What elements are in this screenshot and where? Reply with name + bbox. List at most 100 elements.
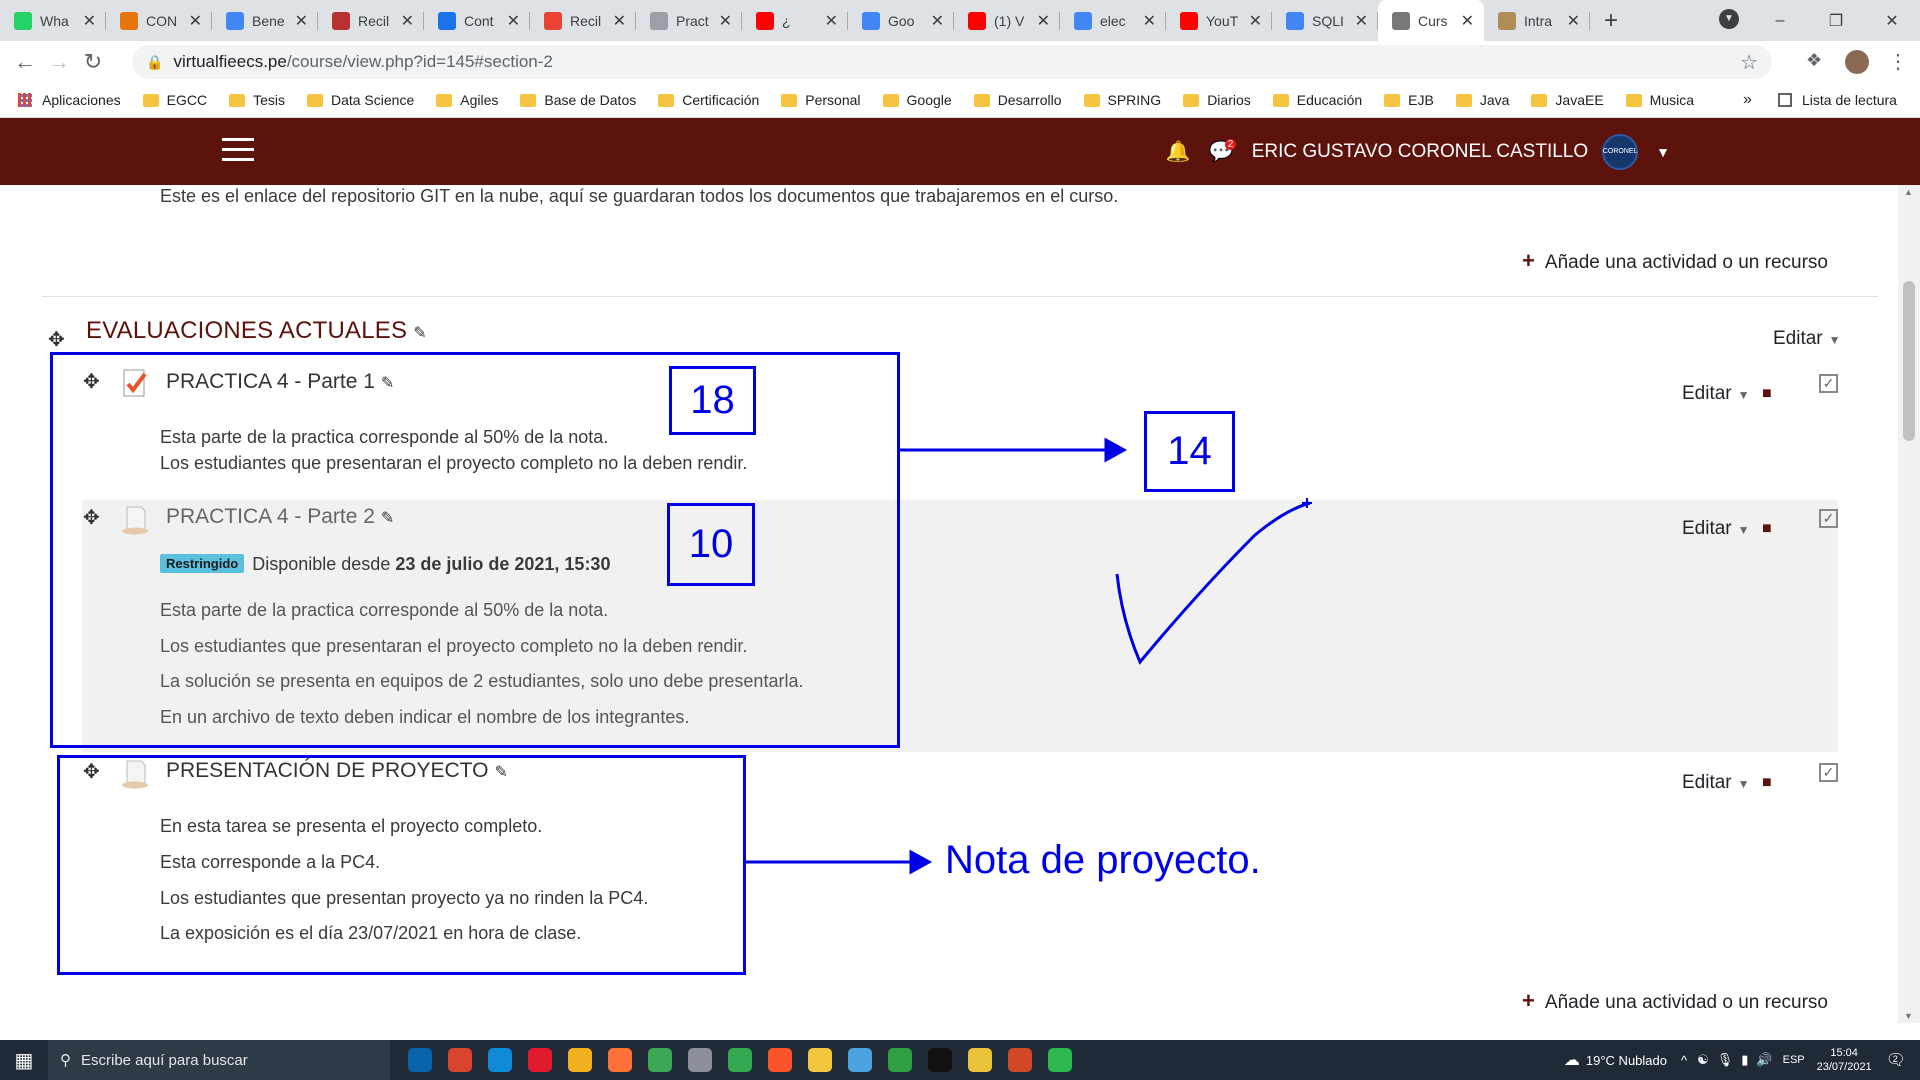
close-tab-icon[interactable]: ✕ (613, 11, 626, 31)
firefox-icon[interactable] (600, 1040, 640, 1080)
browser-tab[interactable]: Goo ✕ (848, 0, 954, 41)
edit-pencil-icon[interactable]: ✎ (413, 325, 427, 342)
close-tab-icon[interactable]: ✕ (189, 11, 202, 31)
browser-menu-icon[interactable]: ⋮ (1888, 49, 1908, 74)
close-tab-icon[interactable]: ✕ (1249, 11, 1262, 31)
bookmark-folder[interactable]: Desarrollo (973, 92, 1062, 108)
tool-icon[interactable] (960, 1040, 1000, 1080)
close-tab-icon[interactable]: ✕ (1037, 11, 1050, 31)
windows-start-icon[interactable]: ▦ (0, 1048, 48, 1073)
back-button[interactable]: ← (8, 49, 42, 75)
browser-tab[interactable]: Cont ✕ (424, 0, 530, 41)
browser-tab[interactable]: Pract ✕ (636, 0, 742, 41)
browser-tab[interactable]: SQLI ✕ (1272, 0, 1378, 41)
browser-tab[interactable]: Intra ✕ (1484, 0, 1590, 41)
bookmark-folder[interactable]: Educación (1272, 92, 1362, 108)
browser-tab[interactable]: ¿ ✕ (742, 0, 848, 41)
hamburger-menu-icon[interactable] (222, 138, 254, 164)
extensions-icon[interactable]: ❖ (1806, 50, 1822, 71)
bookmark-folder[interactable]: EGCC (142, 92, 207, 108)
activity-edit-menu[interactable]: Editar ▼ (1682, 518, 1750, 540)
close-tab-icon[interactable]: ✕ (1355, 11, 1368, 31)
notepad-icon[interactable] (880, 1040, 920, 1080)
browser-tab[interactable]: Wha ✕ (0, 0, 106, 41)
terminal-icon[interactable] (920, 1040, 960, 1080)
scroll-up-arrow-icon[interactable]: ▲ (1904, 187, 1913, 197)
user-menu-caret-icon[interactable]: ▼ (1656, 144, 1670, 160)
browser-tab[interactable]: Curs ✕ (1378, 0, 1484, 41)
close-tab-icon[interactable]: ✕ (825, 11, 838, 31)
bookmark-folder[interactable]: Certificación (658, 92, 759, 108)
reading-list-button[interactable]: Lista de lectura (1778, 92, 1897, 108)
chrome-icon[interactable] (720, 1040, 760, 1080)
bookmark-folder[interactable]: Tesis (229, 92, 285, 108)
close-window-button[interactable]: ✕ (1864, 11, 1920, 31)
scroll-down-arrow-icon[interactable]: ▼ (1904, 1011, 1913, 1021)
move-section-icon[interactable]: ✥ (48, 327, 65, 352)
maximize-button[interactable]: ❐ (1808, 11, 1864, 31)
browser-tab[interactable]: Bene ✕ (212, 0, 318, 41)
paint-icon[interactable] (840, 1040, 880, 1080)
brave-icon[interactable] (760, 1040, 800, 1080)
close-tab-icon[interactable]: ✕ (1567, 11, 1580, 31)
section-edit-menu[interactable]: Editar ▼ (1773, 328, 1841, 350)
activity-edit-menu[interactable]: Editar ▼ (1682, 772, 1750, 794)
browser-tab[interactable]: elec ✕ (1060, 0, 1166, 41)
user-avatar[interactable]: CORONEL (1602, 133, 1639, 170)
chrome-canary-icon[interactable] (560, 1040, 600, 1080)
bookmark-apps[interactable]: Aplicaciones (18, 92, 121, 108)
bookmark-folder[interactable]: Java (1455, 92, 1509, 108)
close-tab-icon[interactable]: ✕ (719, 11, 732, 31)
bookmark-star-icon[interactable]: ☆ (1740, 50, 1758, 75)
browser-tab[interactable]: CON ✕ (106, 0, 212, 41)
input-language[interactable]: ESP (1783, 1054, 1805, 1066)
tray-chevron-icon[interactable]: ^ (1681, 1053, 1687, 1068)
completion-checkbox[interactable]: ✓ (1819, 374, 1838, 393)
close-tab-icon[interactable]: ✕ (931, 11, 944, 31)
notification-bell-icon[interactable]: 🔔 (1166, 139, 1191, 164)
bookmark-folder[interactable]: Agiles (436, 92, 498, 108)
close-tab-icon[interactable]: ✕ (507, 11, 520, 31)
browser-tab[interactable]: YouT ✕ (1166, 0, 1272, 41)
completion-checkbox[interactable]: ✓ (1819, 763, 1838, 782)
assign-roles-icon[interactable]: ■ (1762, 520, 1772, 538)
assign-roles-icon[interactable]: ■ (1762, 385, 1772, 403)
clock[interactable]: 15:04 23/07/2021 (1817, 1046, 1872, 1074)
messages-icon[interactable]: 💬 2 (1209, 139, 1237, 164)
page-scrollbar[interactable]: ▲ ▼ (1898, 185, 1920, 1023)
completion-checkbox[interactable]: ✓ (1819, 509, 1838, 528)
browser-tab[interactable]: Recil ✕ (530, 0, 636, 41)
bookmark-folder[interactable]: EJB (1384, 92, 1434, 108)
bookmark-folder[interactable]: Diarios (1183, 92, 1251, 108)
opera-icon[interactable] (520, 1040, 560, 1080)
bookmark-folder[interactable]: Personal (781, 92, 861, 108)
bookmark-folder[interactable]: JavaEE (1531, 92, 1604, 108)
add-activity-link-top[interactable]: + Añade una actividad o un recurso (1522, 248, 1828, 274)
powerpoint-icon[interactable] (1000, 1040, 1040, 1080)
bookmark-folder[interactable]: SPRING (1083, 92, 1161, 108)
assign-roles-icon[interactable]: ■ (1762, 774, 1772, 792)
scrollbar-thumb[interactable] (1903, 281, 1915, 441)
taskbar-search-box[interactable]: ⚲ Escribe aquí para buscar (48, 1040, 390, 1080)
tab-search-icon[interactable]: ▼ (1719, 9, 1739, 29)
profile-avatar[interactable] (1845, 50, 1869, 74)
url-field[interactable]: 🔒 virtualfieecs.pe/course/view.php?id=14… (132, 45, 1772, 79)
activity-edit-menu[interactable]: Editar ▼ (1682, 383, 1750, 405)
volume-icon[interactable]: 🔊 (1756, 1052, 1772, 1068)
microphone-icon[interactable]: 🎙 (1717, 1052, 1734, 1068)
close-tab-icon[interactable]: ✕ (295, 11, 308, 31)
edge-icon[interactable] (480, 1040, 520, 1080)
bookmark-folder[interactable]: Base de Datos (520, 92, 636, 108)
browser-tab[interactable]: (1) V ✕ (954, 0, 1060, 41)
close-tab-icon[interactable]: ✕ (1461, 11, 1474, 31)
new-tab-button[interactable]: + (1604, 7, 1618, 35)
mail-icon[interactable] (400, 1040, 440, 1080)
weather-text[interactable]: 19°C Nublado (1586, 1053, 1667, 1068)
bookmark-folder[interactable]: Data Science (306, 92, 414, 108)
camtasia-icon[interactable] (1040, 1040, 1080, 1080)
chrome-icon[interactable] (440, 1040, 480, 1080)
chrome-icon[interactable] (640, 1040, 680, 1080)
forward-button[interactable]: → (42, 49, 76, 75)
chrome-icon[interactable] (680, 1040, 720, 1080)
close-tab-icon[interactable]: ✕ (83, 11, 96, 31)
